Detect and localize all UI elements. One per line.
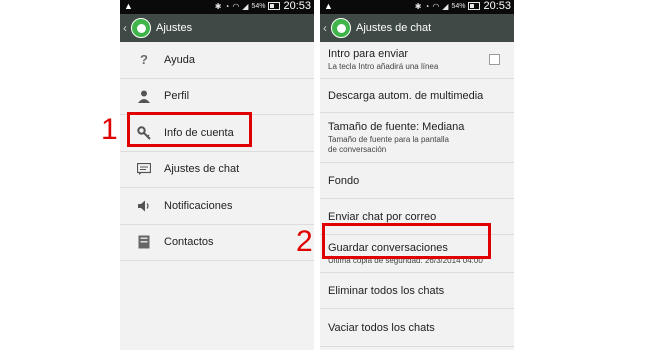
back-chevron-icon[interactable]: ‹	[123, 21, 130, 35]
status-time: 20:53	[483, 0, 511, 12]
battery-percent: 54%	[451, 2, 466, 10]
battery-percent: 54%	[251, 2, 266, 10]
setting-media-auto-download[interactable]: Descarga autom. de multimedia	[320, 79, 514, 113]
settings-item-contacts[interactable]: Contactos	[120, 225, 314, 261]
battery-icon	[468, 2, 481, 10]
setting-title: Tamaño de fuente: Mediana	[328, 120, 465, 133]
setting-title: Eliminar todos los chats	[328, 284, 445, 297]
status-time: 20:53	[283, 0, 311, 12]
signal-icon: ◢	[442, 1, 449, 11]
highlight-box-account-info	[127, 112, 252, 147]
chat-settings-screen: ▲ ✱ ◔ ◠ ◢ 54% 20:53 ‹ Ajustes de chat In…	[320, 0, 514, 350]
setting-delete-all-chats[interactable]: Eliminar todos los chats	[320, 273, 514, 309]
settings-item-label: Perfil	[164, 90, 190, 103]
settings-item-label: Ajustes de chat	[164, 163, 240, 176]
signal-icon: ◢	[242, 1, 249, 11]
setting-title: Enviar chat por correo	[328, 210, 437, 223]
bluetooth-icon: ✱	[214, 1, 222, 11]
page-title: Ajustes de chat	[356, 22, 432, 34]
profile-icon	[136, 88, 152, 104]
setting-title: Descarga autom. de multimedia	[328, 89, 484, 102]
settings-item-chat-settings[interactable]: Ajustes de chat	[120, 152, 314, 188]
setting-enter-to-send[interactable]: Intro para enviar La tecla Intro añadirá…	[320, 42, 514, 79]
chat-settings-icon	[136, 161, 152, 177]
notification-icon: ▲	[124, 1, 133, 11]
settings-screen: ▲ ✱ ◔ ◠ ◢ 54% 20:53 ‹ Ajustes ? Ayuda Pe…	[120, 0, 314, 350]
setting-subtitle: Tamaño de fuente para la pantalla de con…	[328, 134, 449, 154]
settings-item-label: Ayuda	[164, 53, 195, 66]
action-bar: ‹ Ajustes	[120, 14, 314, 42]
chat-settings-list: Intro para enviar La tecla Intro añadirá…	[320, 42, 514, 347]
speaker-icon	[136, 198, 152, 214]
settings-item-label: Notificaciones	[164, 199, 233, 212]
contacts-icon	[136, 234, 152, 250]
setting-subtitle: La tecla Intro añadirá una línea	[328, 62, 439, 71]
battery-icon	[268, 2, 281, 10]
setting-title: Intro para enviar	[328, 48, 409, 60]
whatsapp-logo-icon[interactable]	[131, 18, 151, 38]
setting-font-size[interactable]: Tamaño de fuente: Mediana Tamaño de fuen…	[320, 113, 514, 163]
setting-wallpaper[interactable]: Fondo	[320, 163, 514, 199]
setting-title: Fondo	[328, 174, 360, 187]
settings-item-notifications[interactable]: Notificaciones	[120, 188, 314, 225]
notification-icon: ▲	[324, 1, 333, 11]
setting-title: Vaciar todos los chats	[328, 321, 435, 334]
alarm-icon: ◔	[424, 1, 430, 11]
whatsapp-logo-icon[interactable]	[331, 18, 351, 38]
wifi-icon: ◠	[432, 1, 440, 11]
setting-clear-all-chats[interactable]: Vaciar todos los chats	[320, 309, 514, 347]
bluetooth-icon: ✱	[414, 1, 422, 11]
settings-list: ? Ayuda Perfil Info de cuenta Ajustes de…	[120, 42, 314, 261]
enter-to-send-checkbox[interactable]	[489, 54, 500, 65]
status-bar: ▲ ✱ ◔ ◠ ◢ 54% 20:53	[320, 0, 514, 14]
page-title: Ajustes	[156, 22, 193, 34]
back-chevron-icon[interactable]: ‹	[323, 21, 330, 35]
status-bar: ▲ ✱ ◔ ◠ ◢ 54% 20:53	[120, 0, 314, 14]
settings-item-help[interactable]: ? Ayuda	[120, 42, 314, 79]
highlight-box-backup	[322, 223, 491, 259]
step-number-2: 2	[296, 225, 313, 258]
help-icon: ?	[140, 52, 148, 68]
action-bar: ‹ Ajustes de chat	[320, 14, 514, 42]
wifi-icon: ◠	[232, 1, 240, 11]
step-number-1: 1	[101, 113, 118, 146]
settings-item-label: Contactos	[164, 236, 214, 249]
settings-item-profile[interactable]: Perfil	[120, 79, 314, 115]
alarm-icon: ◔	[224, 1, 230, 11]
